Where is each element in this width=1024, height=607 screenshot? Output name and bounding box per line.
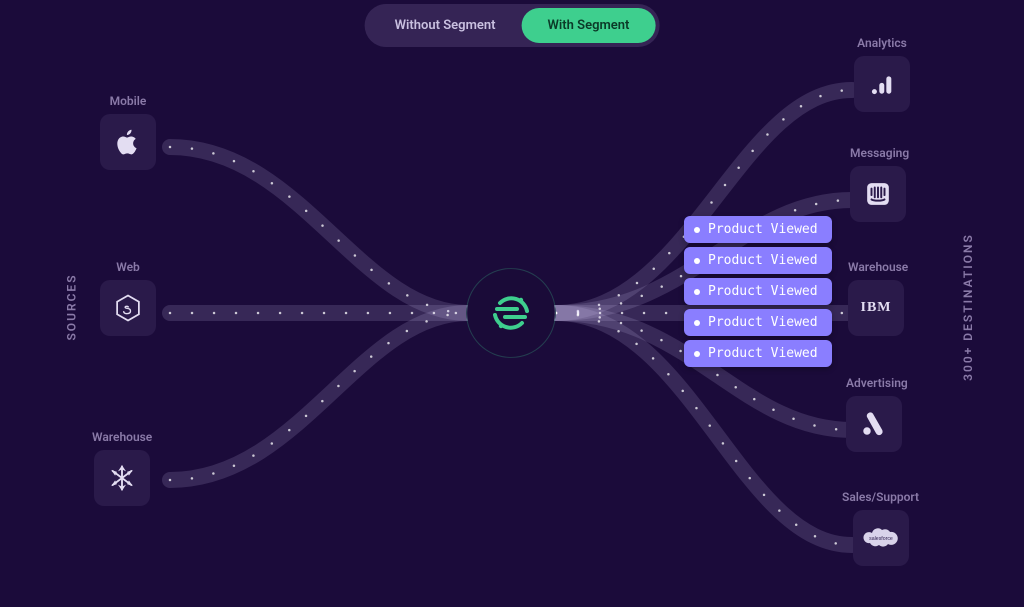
events-list: Product Viewed Product Viewed Product Vi…: [684, 216, 832, 367]
intercom-icon: [850, 166, 906, 222]
event-pill: Product Viewed: [684, 216, 832, 243]
destination-warehouse-label: Warehouse: [848, 260, 908, 274]
segment-logo-icon: [487, 289, 535, 337]
svg-text:salesforce: salesforce: [869, 536, 893, 542]
segment-hub: [466, 268, 556, 358]
destination-sales: Sales/Support salesforce: [842, 490, 919, 566]
salesforce-icon: salesforce: [853, 510, 909, 566]
source-warehouse-label: Warehouse: [92, 430, 152, 444]
destinations-label: 300+ DESTINATIONS: [961, 233, 975, 381]
snowflake-icon: [94, 450, 150, 506]
segment-toggle: Without Segment With Segment: [365, 4, 660, 47]
nodejs-icon: [100, 280, 156, 336]
ibm-icon: IBM: [848, 280, 904, 336]
destination-sales-label: Sales/Support: [842, 490, 919, 504]
sources-label: SOURCES: [65, 273, 79, 340]
tab-with-segment[interactable]: With Segment: [521, 8, 655, 43]
ibm-text: IBM: [861, 300, 892, 316]
destination-messaging-label: Messaging: [850, 146, 909, 160]
apple-icon: [100, 114, 156, 170]
destination-messaging: Messaging: [850, 146, 909, 222]
event-pill: Product Viewed: [684, 309, 832, 336]
source-mobile: Mobile: [100, 94, 156, 170]
source-web-label: Web: [100, 260, 156, 274]
event-pill: Product Viewed: [684, 247, 832, 274]
bar-chart-icon: [854, 56, 910, 112]
source-warehouse: Warehouse: [92, 430, 152, 506]
tab-without-segment[interactable]: Without Segment: [369, 8, 522, 43]
source-mobile-label: Mobile: [100, 94, 156, 108]
google-ads-icon: [846, 396, 902, 452]
event-pill: Product Viewed: [684, 278, 832, 305]
destination-analytics-label: Analytics: [854, 36, 910, 50]
destination-warehouse: Warehouse IBM: [848, 260, 908, 336]
source-web: Web: [100, 260, 156, 336]
destination-advertising: Advertising: [846, 376, 908, 452]
event-pill: Product Viewed: [684, 340, 832, 367]
destination-analytics: Analytics: [854, 36, 910, 112]
destination-advertising-label: Advertising: [846, 376, 908, 390]
